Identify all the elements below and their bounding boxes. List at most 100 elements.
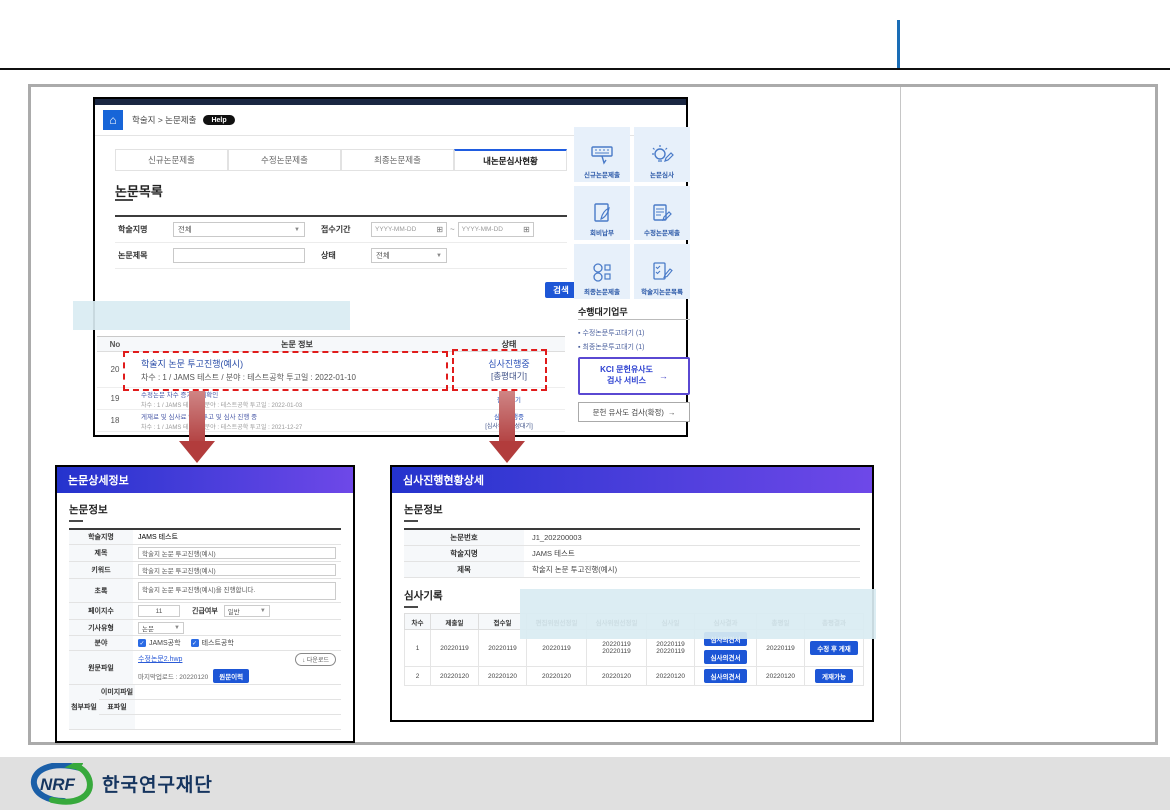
pending-tasks-title: 수행대기업무 [578,305,628,318]
pending-task-revised[interactable]: ▪ 수정논문투고대기 (1) [578,328,644,338]
quickmenu-fee-payment[interactable]: 회비납부 [574,186,630,241]
tab-new-submission[interactable]: 신규논문제출 [115,149,228,171]
paper-detail-header: 논문상세정보 [57,467,353,493]
cell-submit: 20220120 [431,667,479,686]
tab-my-review-status[interactable]: 내논문심사현황 [454,149,567,171]
final-result-button[interactable]: 수정 후 게재 [810,641,858,655]
cell-review-result: 심사의견서 [695,667,757,686]
calendar-icon[interactable]: ⊞ [523,225,530,234]
checkbox-checked-icon[interactable]: ✓ [138,639,146,647]
title-accent-line [897,20,900,68]
arrow-down-to-paper-detail [179,391,215,463]
pages-input[interactable]: 11 [138,605,180,617]
bullet-icon: ▪ [578,330,580,337]
journal-value: JAMS 테스트 [133,530,341,544]
period-start-input[interactable]: YYYY-MM-DD ⊞ [371,222,447,237]
quickmenu-label: 회비납부 [590,227,614,237]
article-type-select[interactable]: 논문 ▼ [138,622,184,634]
list-title: 논문목록 [115,181,163,200]
keyword-input[interactable]: 학술지 논문 투고진행(예시) [138,564,336,576]
period-end-placeholder: YYYY-MM-DD [462,226,503,233]
period-tilde: ~ [450,225,455,234]
review-opinion-button[interactable]: 심사의견서 [704,650,748,664]
checklist-pencil-icon [650,261,674,283]
paper-info-section-title: 논문정보 [69,502,341,517]
field-check1-label: JAMS공학 [149,638,181,648]
home-icon[interactable]: ⌂ [103,110,123,130]
attachment-sub-label: 표파일 [99,700,135,714]
chevron-down-icon: ▼ [294,227,300,233]
review-opinion-button[interactable]: 심사의견서 [704,669,748,683]
paper-no-value: J1_202200003 [524,533,860,542]
quickmenu-label: 최종논문제출 [584,286,620,296]
faces-icon [590,261,614,283]
quickmenu-new-submission[interactable]: 신규논문제출 [574,127,630,182]
period-label: 접수기간 [321,224,371,235]
app-top-bar [95,99,686,105]
highlight-callout-list [73,301,350,330]
cell-summary-date: 20220120 [757,667,805,686]
last-upload-text: 마지막업로드 : 20220120 [138,671,208,681]
quickmenu-paper-review[interactable]: 논문심사 [634,127,690,182]
attachment-label: 첨부파일 [69,685,99,730]
nrf-logo: NRF [30,763,94,805]
tab-revised-submission[interactable]: 수정논문제출 [228,149,341,171]
cell-receipt: 20220120 [479,667,527,686]
section-underline [69,520,83,522]
arrow-right-icon: → [659,371,668,381]
title-label: 제목 [69,545,133,561]
highlight-box-status [452,349,547,391]
urgent-value: 일반 [228,606,240,616]
urgent-select[interactable]: 일반 ▼ [224,605,270,617]
paper-detail-panel: 논문상세정보 논문정보 학술지명 JAMS 테스트 제목 학술지 논문 투고진행… [55,465,355,743]
journal-label: 학술지명 [69,530,133,544]
section-underline [404,606,418,608]
field-check2-label: 테스트공학 [202,638,234,648]
similarity-check-button[interactable]: 문헌 유사도 검사(확정) → [578,402,690,422]
file-link[interactable]: 수정논문2.hwp [138,654,182,664]
article-type-label: 기사유형 [69,620,133,635]
header-info: 논문 정보 [133,339,453,350]
breadcrumb: ⌂ 학술지 > 논문제출 Help [103,109,235,131]
search-button[interactable]: 검색 [545,282,577,298]
review-table-row: 2 20220120 20220120 20220120 20220120 20… [405,667,864,686]
abstract-textarea[interactable]: 학술지 논문 투고진행(예시)을 진행합니다. [138,582,336,600]
journal-name-select[interactable]: 전체 ▼ [173,222,305,237]
pending-task-final[interactable]: ▪ 최종논문투고대기 (1) [578,342,644,352]
journal-value: JAMS 테스트 [524,548,860,559]
attachment-group: 첨부파일 이미지파일 표파일 [69,685,341,730]
kci-similarity-button[interactable]: KCI 문헌유사도검사 서비스 → [578,357,690,395]
keyword-label: 키워드 [69,562,133,578]
quickmenu-label: 수정논문제출 [644,227,680,237]
status-select[interactable]: 전체 ▼ [371,248,447,263]
final-result-button[interactable]: 게재가능 [815,669,853,683]
urgent-label: 긴급여부 [192,606,218,616]
download-button[interactable]: ↓ 다운로드 [295,653,336,666]
period-end-input[interactable]: YYYY-MM-DD ⊞ [458,222,534,237]
quickmenu-revised-submission[interactable]: 수정논문제출 [634,186,690,241]
pending-tasks-underline [578,319,690,320]
highlight-box-paper-info [123,351,448,391]
article-type-value: 논문 [142,623,154,633]
help-badge[interactable]: Help [203,115,234,125]
title-input[interactable]: 학술지 논문 투고진행(예시) [138,547,336,559]
arrow-down-to-review-detail [489,391,525,463]
journal-name-label: 학술지명 [115,224,173,235]
checkbox-checked-icon[interactable]: ✓ [191,639,199,647]
list-title-underline [115,199,133,201]
review-paper-info-table: 논문번호 J1_202200003 학술지명 JAMS 테스트 제목 학술지 논… [404,528,860,578]
quickmenu-label: 논문심사 [650,169,674,179]
quickmenu-journal-paper-list[interactable]: 학술지논문목록 [634,244,690,299]
cell-round: 2 [405,667,431,686]
kci-button-line2: 검사 서비스 [600,376,653,387]
calendar-icon[interactable]: ⊞ [436,225,443,234]
quickmenu-final-submission[interactable]: 최종논문제출 [574,244,630,299]
file-label: 원문파일 [69,651,133,684]
quickmenu-label: 학술지논문목록 [641,286,683,296]
cell-submit: 20220119 [431,630,479,667]
paper-title-input[interactable] [173,248,305,263]
paper-detail-form: 학술지명 JAMS 테스트 제목 학술지 논문 투고진행(예시) 키워드 학술지… [69,528,341,730]
tab-final-submission[interactable]: 최종논문제출 [341,149,454,171]
file-history-button[interactable]: 원문이력 [213,669,249,683]
paper-no-label: 논문번호 [404,530,524,545]
